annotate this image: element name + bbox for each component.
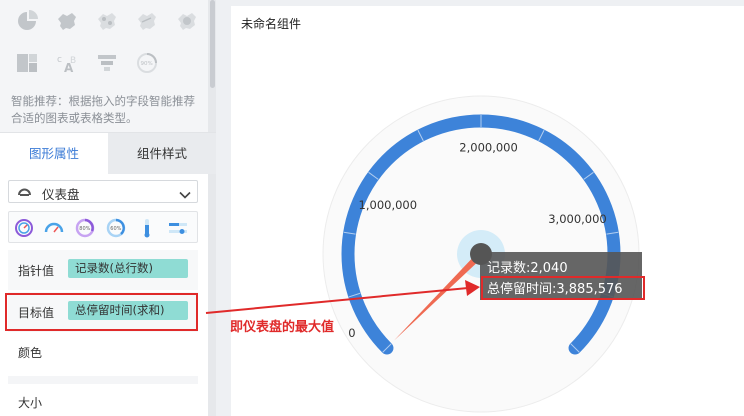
word-cloud-type-icon[interactable]: cAB [56,52,78,74]
chart-widget[interactable]: 未命名组件 0 1,000,000 2,000,000 3,000,000 记录… [231,6,744,416]
treemap-type-icon[interactable] [16,52,38,74]
svg-text:B: B [70,56,76,66]
tab-component-style[interactable]: 组件样式 [108,133,216,174]
target-value-highlight-box [5,293,198,331]
tab-graph-properties[interactable]: 图形属性 [0,133,108,174]
gauge-tick-label-2000000: 2,000,000 [459,140,518,154]
tooltip-total-stay-time: 总停留时间:3,885,576 [487,281,623,297]
gauge-variant-arc-icon[interactable] [44,218,64,238]
annotation-text: 即仪表盘的最大值 [230,320,335,335]
svg-text:90%: 90% [141,61,153,67]
svg-text:c: c [57,55,62,65]
point-map-type-icon[interactable] [96,10,118,32]
pointer-value-field-pill[interactable]: 记录数(总行数) [68,259,188,278]
svg-text:60%: 60% [110,226,121,232]
gauge-variant-ring-icon[interactable]: 80% [75,218,95,238]
size-label: 大小 [18,396,43,410]
panel-scrollbar-thumb[interactable] [210,0,215,88]
chart-type-select-value: 仪表盘 [42,187,80,202]
svg-text:80%: 80% [79,226,90,232]
gauge-tooltip: 记录数:2,040 总停留时间:3,885,576 [480,252,645,300]
china-map-type-icon[interactable] [56,10,78,32]
color-label: 颜色 [18,346,43,360]
left-panel: cAB 90% 智能推荐：根据拖入的字段智能推荐合适的图表或表格类型。 图形属性… [0,0,216,416]
gauge-style-variants: 80% 60% [8,211,198,243]
flow-map-type-icon[interactable] [136,10,158,32]
gauge-tick-label-1000000: 1,000,000 [359,198,418,212]
pointer-value-row: 指针值 记录数(总行数) [8,250,198,290]
heat-map-type-icon[interactable] [176,10,198,32]
gauge-variant-test-tube-icon[interactable] [137,218,157,238]
size-row[interactable]: 大小 [8,376,198,416]
smart-recommend-text: 智能推荐：根据拖入的字段智能推荐合适的图表或表格类型。 [11,94,195,125]
gauge-tick-label-0: 0 [348,326,355,340]
color-row[interactable]: 颜色 [8,332,198,372]
progress-ring-type-icon[interactable]: 90% [136,52,158,74]
gauge-variant-slider-icon[interactable] [168,218,188,238]
funnel-type-icon[interactable] [96,52,118,74]
property-tabs: 图形属性 组件样式 [0,132,216,174]
chart-type-select[interactable]: 仪表盘 [8,180,198,203]
chart-type-grid: cAB 90% [0,0,210,84]
pie-chart-type-icon[interactable] [16,10,38,32]
pointer-value-label: 指针值 [18,264,55,278]
tooltip-record-count: 记录数:2,040 [487,261,568,276]
gauge-icon [17,184,32,199]
chevron-down-icon [179,186,191,199]
gauge-variant-ring-blue-icon[interactable]: 60% [106,218,126,238]
gauge-variant-dial-icon[interactable] [14,218,34,238]
gauge-tick-label-3000000: 3,000,000 [548,212,607,226]
gauge-chart: 0 1,000,000 2,000,000 3,000,000 记录数:2,04… [322,95,645,413]
